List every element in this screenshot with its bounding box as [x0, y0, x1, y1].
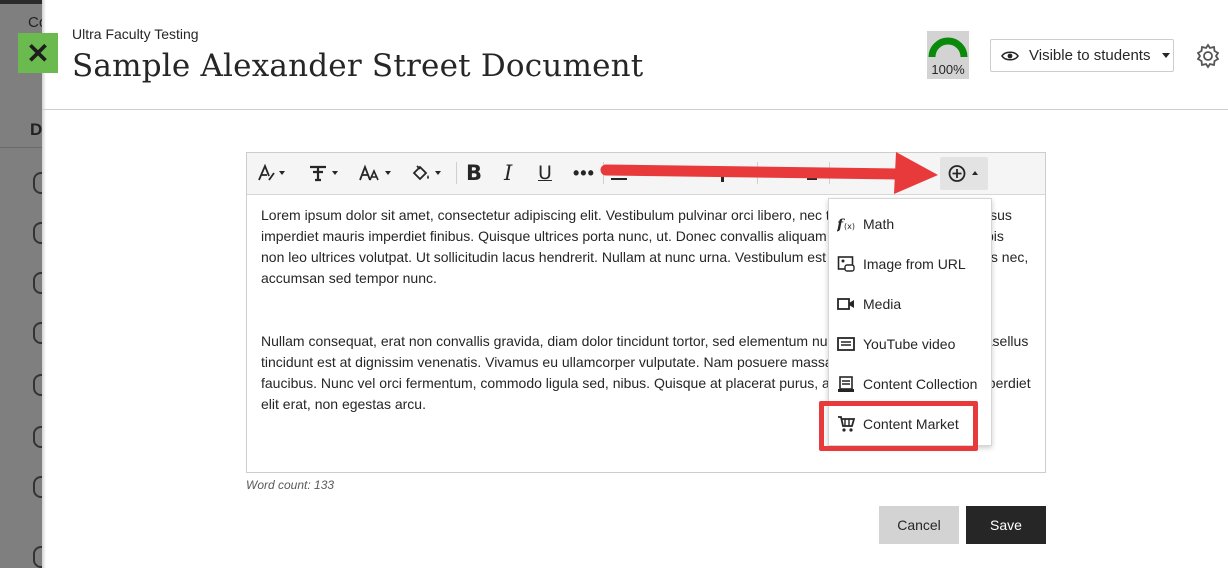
text-format-icon	[310, 165, 326, 182]
background-file-icon	[33, 476, 42, 498]
progress-percent: 100%	[931, 62, 965, 77]
text-color-button[interactable]	[411, 161, 441, 185]
cancel-button[interactable]: Cancel	[879, 506, 959, 544]
font-size-icon	[359, 164, 379, 181]
chevron-down-icon	[279, 171, 285, 175]
menu-item-label: Media	[863, 296, 902, 312]
page-title[interactable]: Sample Alexander Street Document	[72, 48, 643, 84]
paint-bucket-icon	[412, 165, 429, 181]
paragraph-style-button[interactable]	[257, 161, 285, 185]
background-doc-icon	[33, 374, 42, 396]
video-camera-icon	[837, 295, 855, 313]
gear-icon[interactable]	[1195, 43, 1221, 69]
plus-circle-icon	[948, 165, 978, 182]
menu-item-content-collection[interactable]: Content Collection	[829, 364, 991, 404]
menu-item-label: YouTube video	[863, 336, 956, 352]
background-image-icon	[33, 322, 42, 344]
course-name: Ultra Faculty Testing	[72, 26, 199, 42]
background-sidebar-letter: D	[30, 120, 42, 139]
annotation-highlight-box	[819, 401, 978, 451]
menu-item-media[interactable]: Media	[829, 284, 991, 324]
underline-button[interactable]: U	[538, 161, 552, 185]
background-page: Co D	[0, 0, 42, 568]
italic-button[interactable]: I	[504, 161, 512, 185]
menu-item-label: Content Collection	[863, 376, 978, 392]
close-icon: ✕	[26, 37, 50, 69]
menu-item-math[interactable]: f (x) Math	[829, 204, 991, 244]
insert-content-button[interactable]	[940, 157, 988, 190]
bold-button[interactable]: B	[466, 161, 482, 185]
chevron-down-icon	[435, 171, 441, 175]
menu-item-youtube-video[interactable]: YouTube video	[829, 324, 991, 364]
content-collection-icon	[837, 375, 855, 393]
menu-item-image-from-url[interactable]: Image from URL	[829, 244, 991, 284]
visibility-label: Visible to students	[1029, 47, 1151, 64]
math-function-icon: f (x)	[837, 215, 855, 233]
background-topbar	[0, 0, 42, 4]
progress-gauge-icon	[928, 37, 968, 58]
save-button[interactable]: Save	[966, 506, 1046, 544]
header-divider	[42, 109, 1228, 110]
word-count: Word count: 133	[246, 478, 335, 492]
background-link-icon	[33, 426, 42, 448]
eye-icon	[1001, 50, 1019, 61]
background-divider	[0, 147, 42, 148]
image-url-icon	[837, 255, 855, 273]
chevron-down-icon	[1162, 53, 1171, 58]
background-course-label: Co	[28, 14, 42, 31]
background-menu-icon	[33, 546, 42, 568]
progress-indicator: 100%	[927, 31, 969, 79]
menu-item-label: Math	[863, 216, 895, 232]
visibility-dropdown[interactable]: Visible to students	[990, 39, 1174, 72]
annotation-arrow-icon	[600, 152, 938, 194]
text-style-icon	[258, 164, 275, 181]
background-clock-icon	[33, 272, 42, 294]
menu-item-label: Image from URL	[863, 256, 966, 272]
toolbar-divider	[456, 162, 457, 184]
chevron-down-icon	[332, 171, 338, 175]
close-panel-button[interactable]: ✕	[18, 33, 58, 73]
youtube-icon	[837, 335, 855, 353]
text-format-button[interactable]	[308, 161, 338, 185]
panel-shadow	[42, 0, 46, 568]
chevron-down-icon	[385, 171, 391, 175]
background-user-icon	[33, 172, 42, 194]
font-size-button[interactable]	[359, 161, 391, 185]
svg-text:(x): (x)	[844, 222, 855, 231]
more-options-button[interactable]: •••	[573, 161, 595, 185]
background-clock-icon	[33, 222, 42, 244]
